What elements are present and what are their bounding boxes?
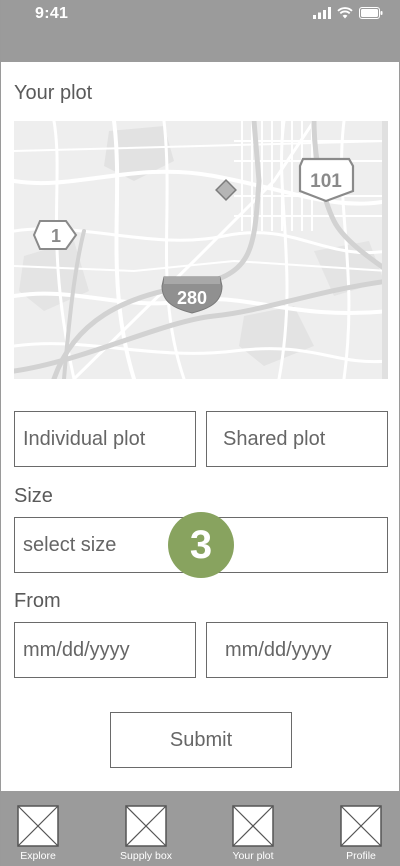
top-bar: 9:41 — [1, 0, 400, 62]
end-date-field[interactable]: mm/dd/yyyy — [206, 622, 388, 678]
shared-plot-label: Shared plot — [223, 427, 326, 450]
step-number-badge: 3 — [168, 512, 234, 578]
route-1-label: 1 — [51, 226, 61, 246]
submit-button[interactable]: Submit — [110, 712, 292, 768]
your-plot-heading: Your plot — [14, 82, 93, 104]
individual-plot-label: Individual plot — [23, 427, 146, 450]
route-101-label: 101 — [310, 171, 342, 192]
placeholder-image-icon — [232, 805, 274, 847]
submit-label: Submit — [169, 728, 233, 751]
nav-label-explore: Explore — [20, 850, 56, 862]
size-select-placeholder: select size — [23, 533, 117, 556]
nav-item-your-plot[interactable]: Your plot — [222, 805, 284, 862]
nav-item-profile[interactable]: Profile — [330, 805, 392, 862]
wifi-icon — [337, 7, 353, 19]
nav-label-profile: Profile — [346, 850, 376, 862]
size-heading: Size — [14, 485, 53, 507]
route-101-shield-icon: 101 — [298, 157, 355, 203]
bottom-nav: Explore Supply box Your plot Profile — [1, 791, 400, 866]
phone-screen: 9:41 Your plot 1 101 280 Individual plot… — [0, 0, 400, 866]
status-time: 9:41 — [35, 5, 69, 22]
battery-icon — [359, 7, 383, 19]
status-icons — [313, 6, 383, 20]
signal-icon — [313, 7, 331, 19]
nav-item-explore[interactable]: Explore — [7, 805, 69, 862]
shared-plot-button[interactable]: Shared plot — [206, 411, 388, 467]
plot-map[interactable]: 1 101 280 — [14, 121, 388, 379]
placeholder-image-icon — [17, 805, 59, 847]
start-date-placeholder: mm/dd/yyyy — [23, 638, 130, 661]
individual-plot-button[interactable]: Individual plot — [14, 411, 196, 467]
placeholder-image-icon — [125, 805, 167, 847]
route-1-shield-icon: 1 — [32, 220, 78, 250]
start-date-field[interactable]: mm/dd/yyyy — [14, 622, 196, 678]
nav-label-supply-box: Supply box — [120, 850, 172, 862]
nav-item-supply-box[interactable]: Supply box — [115, 805, 177, 862]
map-graphic: 1 101 280 — [14, 121, 388, 379]
nav-label-your-plot: Your plot — [232, 850, 274, 862]
from-heading: From — [14, 590, 61, 612]
placeholder-image-icon — [340, 805, 382, 847]
route-280-label: 280 — [177, 288, 207, 308]
end-date-placeholder: mm/dd/yyyy — [225, 638, 332, 661]
